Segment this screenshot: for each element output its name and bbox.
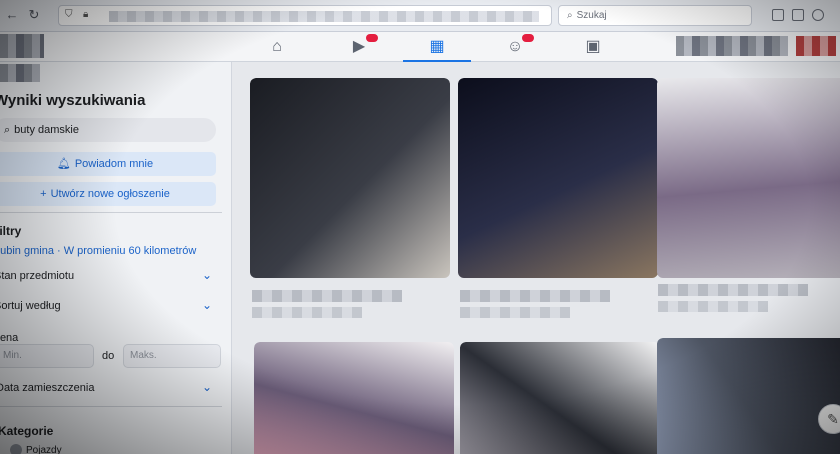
gaming-icon[interactable]: ▣ [576, 36, 610, 58]
notification-badge [522, 34, 534, 42]
browser-toolbar: ← ↻ ⛉ 🔒︎ ⌕ Szukaj [0, 0, 840, 32]
create-listing-button[interactable]: + Utwórz nowe ogłoszenie [0, 182, 216, 206]
listing-card[interactable] [460, 342, 660, 454]
search-value: buty damskie [14, 124, 79, 136]
category-item[interactable]: Pojazdy [26, 445, 62, 454]
library-icon[interactable] [772, 9, 784, 21]
date-filter[interactable]: Data zamieszczenia [0, 382, 94, 394]
chevron-down-icon[interactable]: ⌄ [202, 299, 212, 311]
listing-meta-redacted [252, 290, 442, 324]
page-title: Wyniki wyszukiwania [0, 92, 146, 109]
bell-icon: 🔔︎ [56, 158, 71, 170]
price-min-input[interactable]: Min. [0, 344, 94, 368]
filters-heading: Filtry [0, 224, 22, 238]
browser-search-input[interactable]: ⌕ Szukaj [558, 5, 752, 26]
location-filter[interactable]: Lubin gmina · W promieniu 60 kilometrów [0, 245, 196, 257]
edit-icon[interactable]: ✎ [818, 404, 840, 434]
account-icon[interactable] [812, 9, 824, 21]
listing-photo [657, 338, 840, 454]
sidebar: Wyniki wyszukiwania ⌕ buty damskie 🔔︎ Powi… [0, 62, 232, 454]
search-icon: ⌕ [4, 124, 11, 136]
listing-card[interactable] [458, 78, 658, 280]
listings-grid [232, 62, 840, 454]
site-header: ⌂ ▶ ▦ ☺ ▣ [0, 32, 840, 63]
listing-card[interactable] [657, 338, 840, 454]
divider [0, 212, 222, 213]
reload-icon[interactable]: ↻ [24, 5, 44, 25]
categories-heading: Kategorie [0, 424, 54, 438]
listing-card[interactable] [657, 78, 840, 280]
menu-redacted [796, 36, 836, 56]
vehicle-icon [10, 444, 22, 454]
home-icon[interactable]: ⌂ [260, 36, 294, 58]
listing-card[interactable] [254, 342, 454, 454]
search-input[interactable]: ⌕ buty damskie [0, 118, 216, 142]
notify-button[interactable]: 🔔︎ Powiadom mnie [0, 152, 216, 176]
shield-icon: ⛉ [65, 9, 73, 20]
price-to-label: do [102, 350, 115, 362]
groups-icon[interactable]: ☺ [498, 34, 534, 58]
listing-card[interactable] [250, 78, 450, 280]
profile-redacted [676, 36, 788, 56]
search-icon: ⌕ [567, 10, 573, 21]
search-placeholder: Szukaj [576, 10, 607, 21]
sidebar-icon[interactable] [792, 9, 804, 21]
listing-photo [458, 78, 658, 278]
listing-photo [460, 342, 660, 454]
listing-meta-redacted [460, 290, 650, 324]
lock-icon: 🔒︎ [83, 9, 89, 20]
marketplace-icon[interactable]: ▦ [403, 36, 471, 63]
chevron-down-icon[interactable]: ⌄ [202, 269, 212, 281]
url-redacted [109, 11, 539, 22]
divider [0, 406, 222, 407]
sort-filter[interactable]: Sortuj według [0, 300, 61, 312]
listing-meta-redacted [658, 284, 840, 318]
listing-photo [254, 342, 454, 454]
price-max-input[interactable]: Maks. [123, 344, 221, 368]
plus-icon: + [40, 188, 47, 200]
sidebar-redacted [0, 64, 40, 82]
notification-badge [366, 34, 378, 42]
condition-filter[interactable]: Stan przedmiotu [0, 270, 74, 282]
chevron-down-icon[interactable]: ⌄ [202, 381, 212, 393]
logo-redacted [0, 34, 44, 58]
listing-photo [250, 78, 450, 278]
video-icon[interactable]: ▶ [342, 34, 378, 58]
address-bar[interactable]: ⛉ 🔒︎ [58, 5, 552, 26]
listing-photo [657, 78, 840, 278]
screen: ← ↻ ⛉ 🔒︎ ⌕ Szukaj ⌂ ▶ ▦ ☺ ▣ Wyniki wyszuk… [0, 0, 840, 454]
price-label: Cena [0, 332, 19, 344]
back-icon[interactable]: ← [2, 5, 22, 25]
